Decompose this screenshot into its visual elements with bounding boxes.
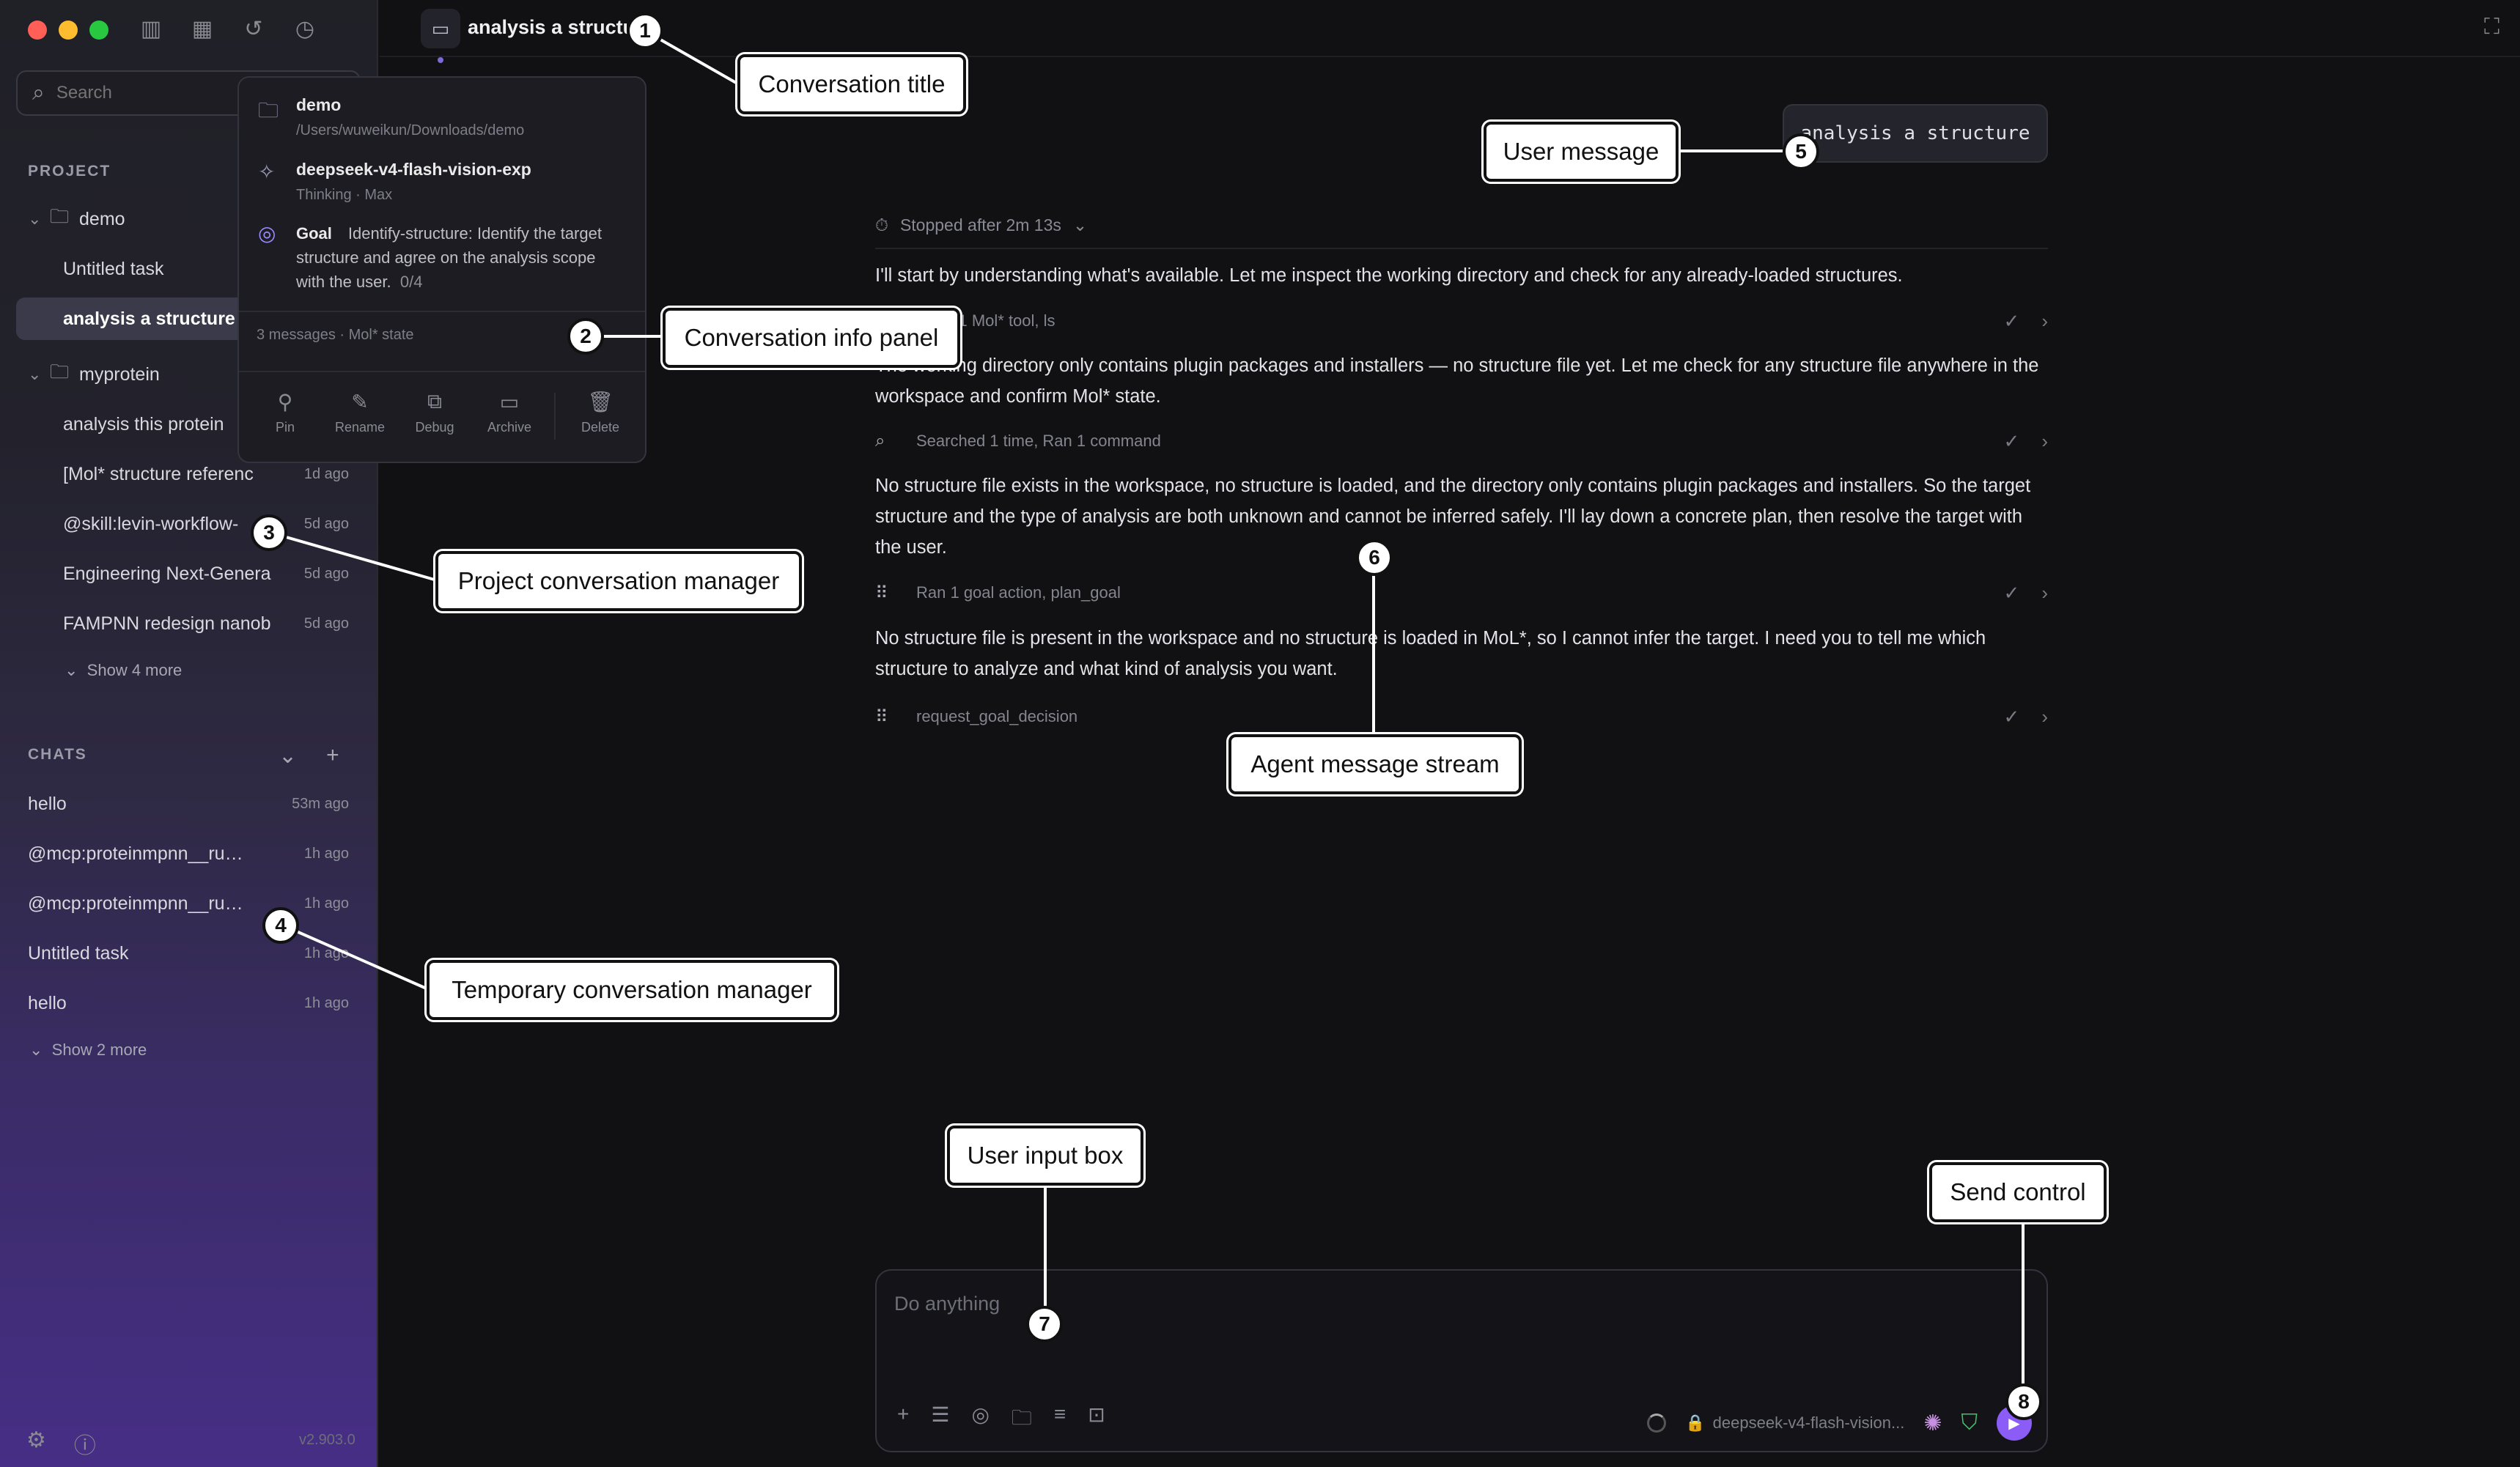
callout-number: 6 [1356, 539, 1393, 576]
callout-label: Conversation title [737, 54, 966, 114]
callout-number: 3 [251, 514, 287, 551]
callout-label: User message [1484, 122, 1679, 182]
callout-label: Agent message stream [1228, 734, 1522, 794]
callout-label: Conversation info panel [663, 308, 960, 368]
callout-number: 1 [627, 12, 663, 49]
callout-number: 5 [1783, 133, 1819, 170]
callout-label: Project conversation manager [435, 551, 802, 611]
callout-label: User input box [947, 1126, 1143, 1186]
callout-lines [268, 29, 2025, 1401]
callout-label: Temporary conversation manager [427, 960, 837, 1020]
callout-number: 7 [1026, 1306, 1063, 1342]
callout-label: Send control [1929, 1162, 2107, 1222]
callout-number: 8 [2005, 1383, 2042, 1420]
callout-number: 4 [262, 907, 299, 944]
callout-number: 2 [567, 318, 604, 355]
